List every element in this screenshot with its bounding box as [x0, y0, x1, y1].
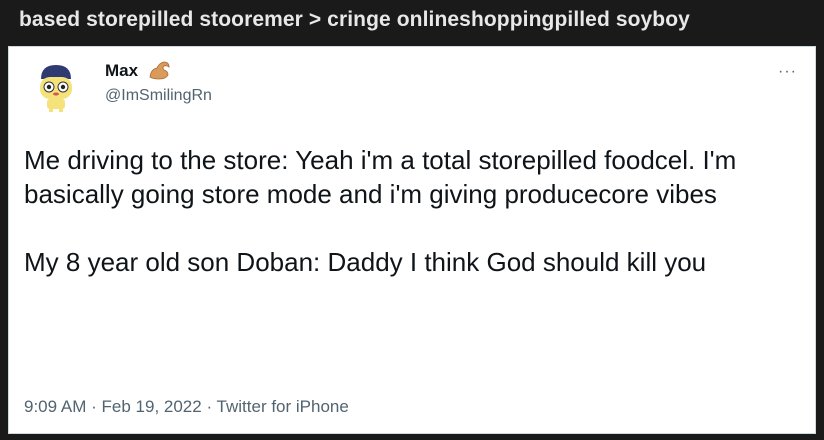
more-horizontal-icon[interactable]: ··· [778, 63, 797, 81]
avatar[interactable] [27, 57, 85, 115]
display-name[interactable]: Max [105, 61, 138, 81]
tweet-time[interactable]: 9:09 AM [24, 397, 86, 416]
flexed-biceps-emoji-icon [149, 61, 170, 80]
meta-separator: · [91, 397, 97, 416]
tweet-card: Max @ImSmilingRn ··· Me driving to the s… [8, 46, 816, 434]
tweet-date[interactable]: Feb 19, 2022 [102, 397, 202, 416]
tweet-source[interactable]: Twitter for iPhone [217, 397, 349, 416]
user-handle[interactable]: @ImSmilingRn [105, 87, 212, 105]
avatar-character-icon [28, 58, 84, 114]
tweet-text: Me driving to the store: Yeah i'm a tota… [24, 143, 804, 279]
tweet-meta: 9:09 AM · Feb 19, 2022 · Twitter for iPh… [24, 397, 349, 417]
tweet-paragraph: My 8 year old son Doban: Daddy I think G… [24, 247, 707, 277]
tweet-paragraph: Me driving to the store: Yeah i'm a tota… [24, 145, 737, 209]
post-title[interactable]: based storepilled stooremer > cringe onl… [19, 8, 690, 32]
meta-separator: · [206, 397, 213, 416]
